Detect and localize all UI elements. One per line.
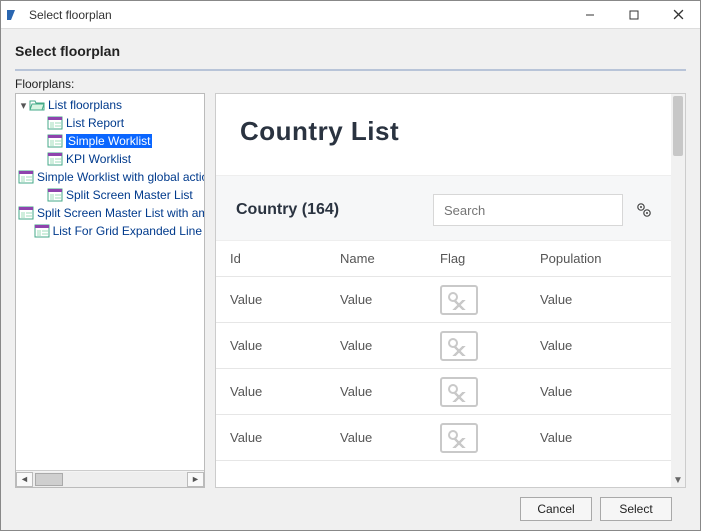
tree-root[interactable]: ▾ List floorplans	[18, 96, 202, 114]
gear-icon	[636, 202, 652, 218]
scroll-down-button[interactable]: ▼	[671, 473, 685, 487]
vscroll-thumb[interactable]	[673, 96, 683, 156]
image-placeholder-icon	[440, 377, 478, 407]
minimize-button[interactable]	[568, 1, 612, 29]
tree-item[interactable]: List For Grid Expanded Line	[18, 222, 202, 240]
cell-population: Value	[526, 338, 636, 353]
tree-item[interactable]: Split Screen Master List with amou	[18, 204, 202, 222]
report-icon	[47, 188, 63, 202]
cell-id: Value	[216, 430, 326, 445]
col-header-population: Population	[526, 251, 636, 266]
report-icon	[18, 206, 34, 220]
tree-item[interactable]: Simple Worklist with global action	[18, 168, 202, 186]
divider	[15, 69, 686, 71]
tree-item-label: Simple Worklist with global action	[37, 170, 204, 184]
scroll-left-button[interactable]: ◄	[16, 472, 33, 487]
tree-item-label: KPI Worklist	[66, 152, 131, 166]
window-title: Select floorplan	[29, 8, 112, 22]
dialog-heading: Select floorplan	[15, 39, 686, 69]
cell-flag	[426, 377, 526, 407]
collapse-icon[interactable]: ▾	[18, 99, 29, 112]
cell-flag	[426, 331, 526, 361]
floorplan-tree: ▾ List floorplans List Report Simple Work…	[15, 93, 205, 488]
cell-id: Value	[216, 292, 326, 307]
preview-title: Country List	[240, 116, 651, 147]
cell-id: Value	[216, 384, 326, 399]
table-row[interactable]: ValueValueValue	[216, 369, 671, 415]
cell-flag	[426, 423, 526, 453]
tree-root-label: List floorplans	[48, 98, 122, 112]
cell-population: Value	[526, 384, 636, 399]
tree-item-label: Simple Worklist	[66, 134, 152, 148]
cell-population: Value	[526, 430, 636, 445]
folder-open-icon	[29, 98, 45, 112]
tree-item-label: List Report	[66, 116, 124, 130]
report-icon	[47, 116, 63, 130]
dialog-window: Select floorplan Select floorplan Floorp…	[0, 0, 701, 531]
tree-item-label: List For Grid Expanded Line	[53, 224, 202, 238]
table-row[interactable]: ValueValueValue	[216, 277, 671, 323]
col-header-id: Id	[216, 251, 326, 266]
cell-name: Value	[326, 292, 426, 307]
search-field[interactable]	[433, 194, 623, 226]
titlebar: Select floorplan	[1, 1, 700, 29]
preview-toolbar: Country (164)	[216, 175, 671, 241]
image-placeholder-icon	[440, 423, 478, 453]
report-icon	[18, 170, 34, 184]
select-button[interactable]: Select	[600, 497, 672, 521]
cell-name: Value	[326, 384, 426, 399]
image-placeholder-icon	[440, 285, 478, 315]
maximize-button[interactable]	[612, 1, 656, 29]
image-placeholder-icon	[440, 331, 478, 361]
button-bar: Cancel Select	[15, 488, 686, 530]
tree-label: Floorplans:	[15, 77, 686, 91]
col-header-flag: Flag	[426, 251, 526, 266]
cell-name: Value	[326, 430, 426, 445]
cell-name: Value	[326, 338, 426, 353]
tree-item[interactable]: Split Screen Master List	[18, 186, 202, 204]
col-header-name: Name	[326, 251, 426, 266]
tree-item[interactable]: KPI Worklist	[18, 150, 202, 168]
cell-population: Value	[526, 292, 636, 307]
preview-subtitle: Country (164)	[236, 201, 339, 219]
report-icon	[47, 152, 63, 166]
search-input[interactable]	[442, 202, 622, 219]
cancel-button[interactable]: Cancel	[520, 497, 592, 521]
table-row[interactable]: ValueValueValue	[216, 323, 671, 369]
preview-pane: Country List Country (164)	[215, 93, 686, 488]
cell-id: Value	[216, 338, 326, 353]
scroll-thumb[interactable]	[35, 473, 63, 486]
tree-hscrollbar[interactable]: ◄ ►	[16, 470, 204, 487]
table-row[interactable]: ValueValueValue	[216, 415, 671, 461]
preview-vscrollbar[interactable]: ▼	[671, 94, 685, 487]
preview-table: Id Name Flag Population ValueValueValueV…	[216, 241, 671, 487]
scroll-track[interactable]	[33, 472, 187, 487]
report-icon	[34, 224, 50, 238]
cell-flag	[426, 285, 526, 315]
table-header-row: Id Name Flag Population	[216, 241, 671, 277]
scroll-right-button[interactable]: ►	[187, 472, 204, 487]
report-icon	[47, 134, 63, 148]
tree-item-label: Split Screen Master List with amou	[37, 206, 204, 220]
tree-item[interactable]: Simple Worklist	[18, 132, 202, 150]
settings-button[interactable]	[633, 202, 655, 218]
tree-item-label: Split Screen Master List	[66, 188, 193, 202]
tree-item[interactable]: List Report	[18, 114, 202, 132]
close-button[interactable]	[656, 1, 700, 29]
app-icon	[7, 10, 23, 20]
tree-body[interactable]: ▾ List floorplans List Report Simple Work…	[16, 94, 204, 470]
